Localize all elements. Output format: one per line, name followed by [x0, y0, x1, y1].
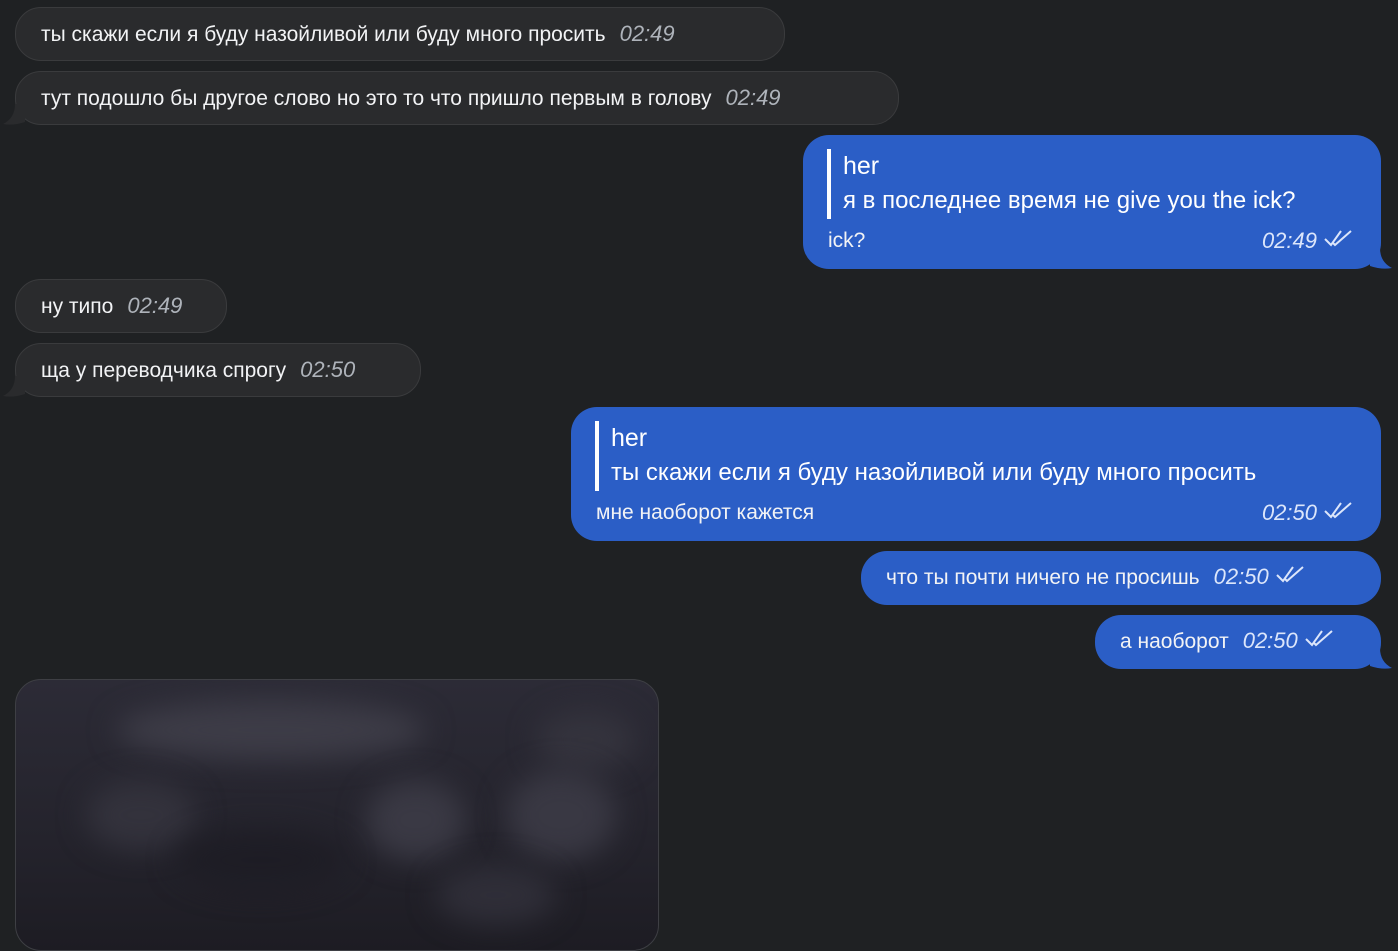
double-check-icon — [1275, 566, 1304, 583]
double-check-icon — [1324, 502, 1352, 519]
outgoing-message[interactable]: her я в последнее время не give you the … — [803, 135, 1381, 269]
message-time: 02:49 — [1261, 228, 1317, 253]
reply-quote[interactable]: her я в последнее время не give you the … — [827, 149, 1296, 219]
blurred-content — [366, 780, 466, 860]
reply-text: ты скажи если я буду назойливой или буду… — [611, 459, 1257, 486]
outgoing-message[interactable]: что ты почти ничего не просишь 02:50 — [861, 551, 1381, 605]
message-time: 02:50 — [300, 357, 356, 382]
reply-quote[interactable]: her ты скажи если я буду назойливой или … — [595, 421, 1256, 491]
blurred-content — [86, 780, 196, 850]
double-check-icon — [1324, 230, 1352, 247]
outgoing-message[interactable]: her ты скажи если я буду назойливой или … — [571, 407, 1381, 541]
message-time: 02:50 — [1213, 564, 1269, 589]
bubble-tail — [1370, 248, 1392, 269]
bubble-tail — [1370, 648, 1392, 669]
double-check-icon — [1305, 630, 1333, 647]
blurred-content — [506, 770, 616, 860]
blurred-content — [436, 865, 556, 925]
reply-author: her — [843, 152, 880, 180]
message-text: ick? — [828, 229, 866, 252]
message-text: ща у переводчика спрогу — [41, 359, 287, 382]
outgoing-message[interactable]: а наоборот 02:50 — [1095, 615, 1381, 669]
reply-author: her — [611, 424, 648, 452]
blurred-content — [116, 700, 426, 760]
message-text: мне наоборот кажется — [596, 501, 815, 524]
message-text: что ты почти ничего не просишь — [886, 566, 1200, 589]
message-text: ну типо — [41, 295, 114, 318]
message-time: 02:50 — [1242, 628, 1298, 653]
incoming-message[interactable]: ты скажи если я буду назойливой или буду… — [15, 7, 785, 61]
message-text: тут подошло бы другое слово но это то чт… — [41, 87, 712, 110]
incoming-message[interactable]: ща у переводчика спрогу 02:50 — [15, 343, 421, 397]
blurred-media-message[interactable] — [15, 679, 659, 951]
message-text: а наоборот — [1120, 630, 1229, 653]
blurred-content — [176, 830, 346, 890]
message-time: 02:49 — [619, 21, 675, 46]
message-time: 02:50 — [1261, 500, 1317, 525]
bubble-tail — [3, 104, 25, 125]
incoming-message[interactable]: тут подошло бы другое слово но это то чт… — [15, 71, 899, 125]
chat-history[interactable]: ты скажи если я буду назойливой или буду… — [0, 0, 1398, 951]
message-text: ты скажи если я буду назойливой или буду… — [41, 23, 606, 46]
blurred-content — [536, 710, 636, 770]
message-time: 02:49 — [127, 293, 183, 318]
message-time: 02:49 — [725, 85, 781, 110]
reply-text: я в последнее время не give you the ick? — [843, 187, 1296, 214]
incoming-message[interactable]: ну типо 02:49 — [15, 279, 227, 333]
bubble-tail — [3, 376, 25, 397]
